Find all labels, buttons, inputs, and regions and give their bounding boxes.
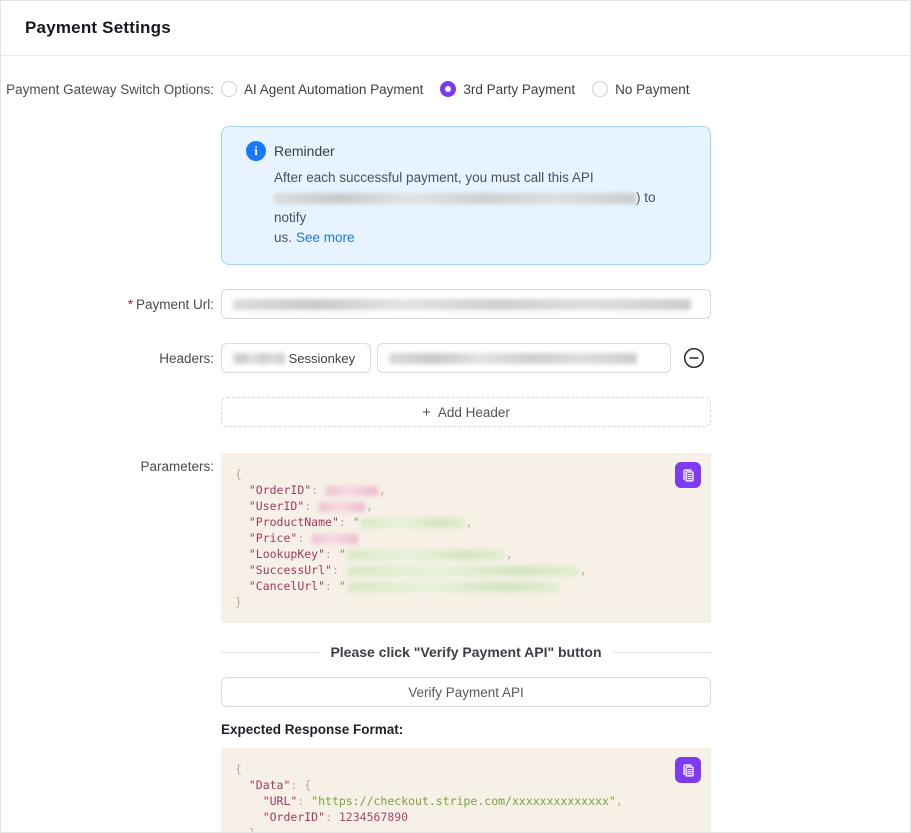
remove-header-button[interactable] xyxy=(683,347,705,369)
required-asterisk: * xyxy=(128,297,133,312)
verify-divider: Please click "Verify Payment API" button xyxy=(221,644,711,660)
info-icon: i xyxy=(246,141,266,161)
response-code-block: { "Data": { "URL": "https://checkout.str… xyxy=(221,748,711,833)
copy-response-button[interactable] xyxy=(675,757,701,783)
gateway-options-row: Payment Gateway Switch Options: AI Agent… xyxy=(1,81,910,97)
radio-label: AI Agent Automation Payment xyxy=(244,82,423,97)
copy-parameters-button[interactable] xyxy=(675,462,701,488)
parameters-row: Parameters: { "OrderID": , "UserID": , "… xyxy=(1,453,910,623)
verify-instruction-text: Please click "Verify Payment API" button xyxy=(330,644,601,660)
radio-circle-icon[interactable] xyxy=(440,81,456,97)
redacted-api-url xyxy=(274,193,636,204)
radio-label: No Payment xyxy=(615,82,689,97)
divider-line-right xyxy=(613,652,711,653)
header-key-visible-text: Sessionkey xyxy=(289,351,355,366)
add-header-label: Add Header xyxy=(438,405,510,420)
divider-line-left xyxy=(221,652,319,653)
parameters-label: Parameters: xyxy=(1,453,214,623)
redacted-header-key-prefix xyxy=(233,353,285,364)
page-title: Payment Settings xyxy=(25,18,171,38)
parameters-code-block: { "OrderID": , "UserID": , "ProductName"… xyxy=(221,453,711,623)
radio-circle-icon[interactable] xyxy=(592,81,608,97)
payment-url-row: *Payment Url: xyxy=(1,289,910,319)
headers-row: Headers: Sessionkey xyxy=(1,343,910,373)
reminder-alert: i Reminder After each successful payment… xyxy=(221,126,711,265)
redacted-payment-url-value xyxy=(233,299,691,310)
see-more-link[interactable]: See more xyxy=(296,230,355,245)
parameters-json: { "OrderID": , "UserID": , "ProductName"… xyxy=(235,466,697,610)
redacted-header-value xyxy=(389,353,637,364)
radio-3rd-party-payment[interactable]: 3rd Party Payment xyxy=(440,81,575,97)
gateway-options-group: AI Agent Automation Payment 3rd Party Pa… xyxy=(221,81,881,97)
payment-settings-page: Payment Settings Payment Gateway Switch … xyxy=(0,0,911,833)
payment-url-input[interactable] xyxy=(221,289,711,319)
copy-icon xyxy=(681,468,696,483)
copy-icon xyxy=(681,763,696,778)
gateway-options-label: Payment Gateway Switch Options: xyxy=(1,82,214,97)
header-value-input[interactable] xyxy=(377,343,671,373)
minus-circle-icon xyxy=(683,347,705,369)
verify-payment-api-button[interactable]: Verify Payment API xyxy=(221,677,711,707)
reminder-text-line1: After each successful payment, you must … xyxy=(274,170,594,185)
radio-label: 3rd Party Payment xyxy=(463,82,575,97)
headers-label: Headers: xyxy=(1,351,214,366)
radio-circle-icon[interactable] xyxy=(221,81,237,97)
plus-icon: + xyxy=(422,404,431,421)
reminder-text-line3: us. xyxy=(274,230,292,245)
radio-ai-agent-automation-payment[interactable]: AI Agent Automation Payment xyxy=(221,81,423,97)
reminder-body: After each successful payment, you must … xyxy=(274,168,690,248)
response-json: { "Data": { "URL": "https://checkout.str… xyxy=(235,761,697,833)
header-key-input[interactable]: Sessionkey xyxy=(221,343,371,373)
reminder-title: Reminder xyxy=(274,143,335,159)
expected-response-label: Expected Response Format: xyxy=(221,722,910,737)
payment-url-label: *Payment Url: xyxy=(1,297,214,312)
radio-no-payment[interactable]: No Payment xyxy=(592,81,689,97)
page-header: Payment Settings xyxy=(1,1,910,56)
add-header-button[interactable]: + Add Header xyxy=(221,397,711,427)
